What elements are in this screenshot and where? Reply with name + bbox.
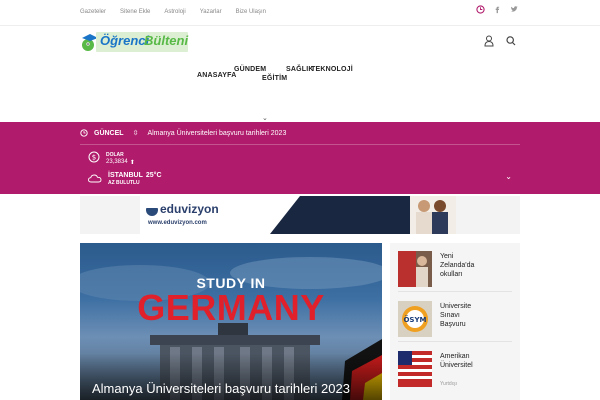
top-link-gazeteler[interactable]: Gazeteler — [80, 9, 106, 15]
news-ticker: GÜNCEL ⇳ Almanya Üniversiteleri başvuru … — [80, 128, 286, 138]
sidebar-list: Yeni Zelanda'da okulları ÖSYM Üniversite… — [390, 243, 520, 400]
twitter-icon[interactable] — [509, 4, 520, 15]
dollar-icon: $ — [88, 150, 100, 168]
ticker-headline[interactable]: Almanya Üniversiteleri başvuru tarihleri… — [147, 130, 286, 137]
item-divider — [398, 291, 512, 292]
clock-icon[interactable] — [475, 4, 486, 15]
chevron-down-icon[interactable]: ⌄ — [262, 114, 268, 122]
nav-gundem[interactable]: GÜNDEM — [234, 66, 266, 73]
currency-value: 23,3834 — [106, 159, 128, 165]
ad-banner[interactable]: eduvizyon www.eduvizyon.com — [80, 196, 520, 234]
top-link-yazarlar[interactable]: Yazarlar — [200, 9, 222, 15]
ticker-band: GÜNCEL ⇳ Almanya Üniversiteleri başvuru … — [0, 122, 600, 194]
nav-saglik[interactable]: SAĞLIK — [286, 66, 314, 73]
nav-anasayfa[interactable]: ANASAYFA — [197, 72, 236, 79]
item-divider — [398, 341, 512, 342]
search-icon[interactable] — [506, 34, 516, 52]
weather-temp: 25°C — [145, 172, 162, 179]
site-header: Öğrenci Bülteni ANASAYFA GÜNDEM EĞİTİM S… — [0, 26, 600, 122]
up-down-arrows-icon[interactable]: ⇳ — [133, 129, 139, 137]
item-title[interactable]: Yeni Zelanda'da okulları — [440, 252, 480, 279]
item-title[interactable]: Amerikan Üniversitel — [440, 352, 480, 370]
nav-egitim[interactable]: EĞİTİM — [262, 75, 287, 82]
weather-widget: İSTANBUL 25°C AZ BULUTLU — [88, 170, 162, 188]
top-link-sitene-ekle[interactable]: Sitene Ekle — [120, 9, 150, 15]
featured-title[interactable]: Almanya Üniversiteleri başvuru tarihleri… — [92, 381, 350, 396]
cloud-icon — [88, 170, 102, 188]
nav-teknoloji[interactable]: TEKNOLOJİ — [311, 66, 353, 73]
svg-text:ÖSYM: ÖSYM — [403, 315, 426, 324]
header-icons — [484, 34, 516, 52]
currency-widget: $ DOLAR 23,3834 ⬆ — [88, 150, 135, 168]
chevron-down-icon[interactable]: ⌄ — [505, 172, 512, 181]
site-logo[interactable]: Öğrenci Bülteni — [80, 28, 190, 54]
main-nav: ANASAYFA GÜNDEM EĞİTİM SAĞLIK TEKNOLOJİ — [190, 62, 360, 102]
top-icons — [475, 4, 520, 15]
page: Gazeteler Sitene Ekle Astroloji Yazarlar… — [0, 0, 600, 400]
item-thumbnail — [398, 251, 432, 287]
list-item[interactable]: Yeni Zelanda'da okulları — [398, 251, 518, 295]
featured-article[interactable]: STUDY IN GERMANY Almanya Üniversiteleri … — [80, 243, 382, 400]
top-bar: Gazeteler Sitene Ekle Astroloji Yazarlar… — [0, 0, 600, 26]
logo-word-bulteni: Bülteni — [144, 33, 189, 48]
item-thumbnail — [398, 351, 432, 387]
top-link-astroloji[interactable]: Astroloji — [164, 9, 185, 15]
top-links: Gazeteler Sitene Ekle Astroloji Yazarlar… — [80, 9, 266, 15]
ticker-divider — [80, 144, 520, 145]
weather-condition: AZ BULUTLU — [108, 180, 140, 186]
featured-overlay-line2: GERMANY — [137, 287, 325, 328]
logo-word-ogrenci: Öğrenci — [100, 33, 150, 48]
svg-text:$: $ — [92, 154, 96, 162]
list-item[interactable]: ÖSYM Üniversite Sınavı Başvuru — [398, 301, 518, 345]
item-title[interactable]: Üniversite Sınavı Başvuru — [440, 302, 480, 329]
item-category: Yurtdışı — [440, 381, 457, 387]
facebook-icon[interactable] — [492, 4, 503, 15]
ticker-label: GÜNCEL — [94, 129, 124, 137]
currency-name: DOLAR — [106, 152, 124, 158]
clock-icon — [80, 124, 88, 142]
arrow-up-icon: ⬆ — [129, 160, 135, 166]
item-thumbnail: ÖSYM — [398, 301, 432, 337]
list-item[interactable]: Amerikan Üniversitel Yurtdışı — [398, 351, 518, 395]
ad-url: www.eduvizyon.com — [148, 220, 207, 226]
eduvizyon-ad[interactable]: eduvizyon www.eduvizyon.com — [140, 196, 456, 234]
user-icon[interactable] — [484, 34, 494, 52]
top-link-bize-ulasin[interactable]: Bize Ulaşın — [236, 9, 266, 15]
ad-brand: eduvizyon — [160, 202, 219, 216]
weather-city: İSTANBUL — [108, 172, 143, 179]
